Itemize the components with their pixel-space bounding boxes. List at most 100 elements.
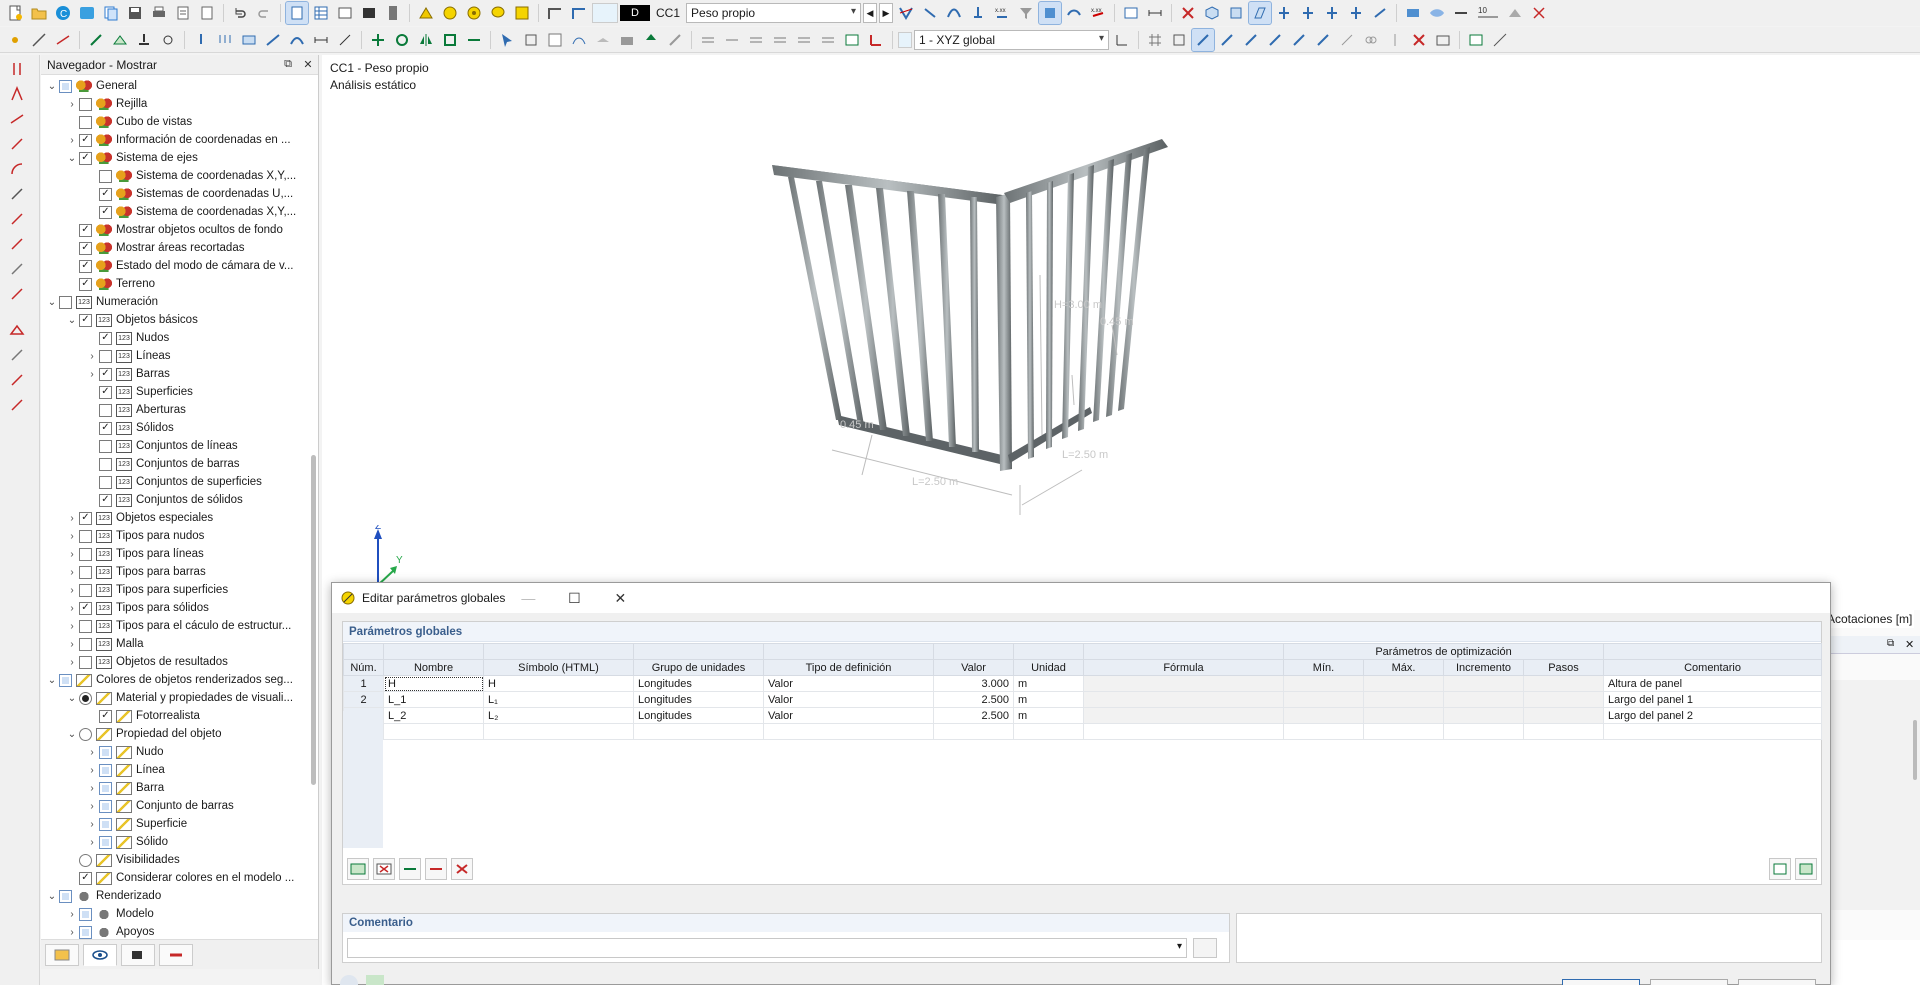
tree-item[interactable]: › 123 Tipos para líneas	[41, 545, 318, 563]
tree-checkbox[interactable]	[99, 457, 112, 471]
collapse-chevron-icon[interactable]: ⌄	[65, 693, 79, 704]
tree-item[interactable]: › 123 Líneas	[41, 347, 318, 365]
move-row-left-icon[interactable]	[399, 858, 421, 880]
collapse-chevron-icon[interactable]: ⌄	[45, 675, 59, 686]
cell-simbolo[interactable]: L₁	[483, 691, 634, 708]
view-panel-icon[interactable]	[1120, 2, 1142, 24]
tree-item[interactable]: ⌄ ✓ Sistema de ejes	[41, 149, 318, 167]
tree-radio[interactable]	[79, 727, 92, 741]
expand-chevron-icon[interactable]: ›	[85, 351, 99, 362]
table-grid-icon[interactable]	[310, 2, 332, 24]
tree-checkbox[interactable]: ✓	[79, 277, 92, 291]
grid-tool-icon[interactable]	[6, 258, 28, 280]
cell-tipo[interactable]: Valor	[763, 675, 934, 692]
values-xxx-icon[interactable]: x.xx	[1087, 2, 1109, 24]
minimize-icon[interactable]: —	[505, 583, 551, 613]
tree-checkbox[interactable]	[59, 673, 72, 687]
cell-comentario[interactable]: Largo del panel 1	[1603, 691, 1823, 708]
cell-inc[interactable]	[1443, 691, 1524, 708]
tree-item[interactable]: › Superficie	[41, 815, 318, 833]
bar-set-tool-icon[interactable]	[6, 369, 28, 391]
tree-checkbox[interactable]	[79, 619, 92, 633]
right-panel-close-icon[interactable]: ✕	[1905, 638, 1914, 651]
expand-chevron-icon[interactable]: ›	[65, 603, 79, 614]
cell-valor[interactable]: 2.500	[933, 707, 1014, 724]
window-select-icon[interactable]	[520, 29, 542, 51]
close-red-icon[interactable]	[1177, 2, 1199, 24]
snap-load-icon[interactable]	[1288, 29, 1310, 51]
pan-icon[interactable]	[769, 29, 791, 51]
cell-comentario[interactable]: Largo del panel 2	[1603, 707, 1823, 724]
tab-data[interactable]	[45, 944, 79, 966]
axis-y-view-icon[interactable]	[1297, 2, 1319, 24]
imperfection-icon[interactable]	[286, 29, 308, 51]
collapse-chevron-icon[interactable]: ⌄	[65, 315, 79, 326]
line-tool-icon[interactable]	[6, 133, 28, 155]
print-icon[interactable]	[148, 2, 170, 24]
cell-nombre[interactable]	[383, 723, 484, 740]
tree-item[interactable]: Cubo de vistas	[41, 113, 318, 131]
table-row[interactable]: 1 H H Longitudes Valor 3.000 m Altura de panel	[343, 675, 1823, 692]
tree-item[interactable]: › ✓ 123 Objetos especiales	[41, 509, 318, 527]
next-case-button[interactable]: ▶	[879, 3, 894, 23]
load-wizard-icon[interactable]	[439, 2, 461, 24]
tree-checkbox[interactable]: ✓	[79, 241, 92, 255]
snap-object-icon[interactable]	[1191, 27, 1215, 52]
expand-chevron-icon[interactable]: ›	[85, 747, 99, 758]
tree-item[interactable]: ✓ 123 Sólidos	[41, 419, 318, 437]
tree-checkbox[interactable]	[79, 655, 92, 669]
webservice-icon[interactable]	[76, 2, 98, 24]
results-values-icon[interactable]	[919, 2, 941, 24]
tree-item[interactable]: ⌄ Propiedad del objeto	[41, 725, 318, 743]
clear-all-icon[interactable]	[451, 858, 473, 880]
tab-display[interactable]	[83, 944, 117, 966]
tree-item[interactable]: ✓ Estado del modo de cámara de v...	[41, 257, 318, 275]
tree-item[interactable]: ⌄ Renderizado	[41, 887, 318, 905]
polyline-icon[interactable]	[6, 83, 28, 105]
tree-checkbox[interactable]	[79, 925, 92, 939]
ruler-tool-icon[interactable]	[6, 208, 28, 230]
link-icon[interactable]	[1360, 29, 1382, 51]
offset-line-icon[interactable]	[6, 233, 28, 255]
help-icon[interactable]	[340, 975, 358, 985]
tree-item[interactable]: 123 Conjuntos de superficies	[41, 473, 318, 491]
cell-pasos[interactable]	[1522, 707, 1605, 724]
cell-valor[interactable]: 3.000	[933, 675, 1014, 692]
new-surface-icon[interactable]	[109, 29, 131, 51]
tree-checkbox[interactable]	[99, 475, 112, 489]
cell-nombre[interactable]: L_2	[383, 707, 484, 724]
tree-checkbox[interactable]	[99, 745, 112, 759]
right-panel-scrollbar[interactable]	[1913, 720, 1917, 780]
arc-tool-icon[interactable]	[6, 158, 28, 180]
rotate-icon[interactable]	[391, 29, 413, 51]
clear-selection-icon[interactable]	[1528, 2, 1550, 24]
cell-tipo[interactable]: Valor	[763, 707, 934, 724]
load-member-icon[interactable]	[214, 29, 236, 51]
expand-chevron-icon[interactable]: ›	[65, 657, 79, 668]
expand-chevron-icon[interactable]: ›	[65, 531, 79, 542]
tree-checkbox[interactable]	[59, 889, 72, 903]
render-mode-icon[interactable]	[1402, 2, 1424, 24]
tree-checkbox[interactable]	[79, 583, 92, 597]
expand-chevron-icon[interactable]: ›	[85, 783, 99, 794]
perspective-icon[interactable]	[1248, 1, 1273, 25]
tree-checkbox[interactable]	[79, 115, 92, 129]
delete-row-icon[interactable]	[373, 858, 395, 880]
tree-item[interactable]: › Conjunto de barras	[41, 797, 318, 815]
cell-unidad[interactable]: m	[1013, 707, 1084, 724]
tree-item[interactable]: ⌄ Material y propiedades de visuali...	[41, 689, 318, 707]
cell-grupo[interactable]: Longitudes	[633, 675, 764, 692]
snap-support-icon[interactable]	[1264, 29, 1286, 51]
cell-min[interactable]	[1283, 707, 1364, 724]
tree-item[interactable]: Visibilidades	[41, 851, 318, 869]
expand-chevron-icon[interactable]: ›	[85, 801, 99, 812]
tree-checkbox[interactable]: ✓	[99, 367, 112, 381]
cell-formula[interactable]	[1083, 707, 1284, 724]
cell-grupo[interactable]	[633, 723, 764, 740]
tree-checkbox[interactable]	[99, 169, 112, 183]
tree-checkbox[interactable]	[99, 817, 112, 831]
cell-tipo[interactable]: Valor	[763, 691, 934, 708]
expand-chevron-icon[interactable]: ›	[85, 819, 99, 830]
table-row[interactable]: 3L_2L₂LongitudesValor2.500mLargo del pan…	[343, 707, 1823, 724]
report-view-icon[interactable]	[334, 2, 356, 24]
